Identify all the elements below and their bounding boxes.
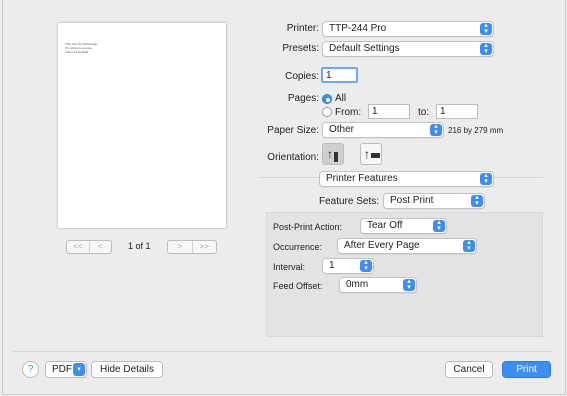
presets-label: Presets: xyxy=(282,43,319,54)
printer-popup[interactable]: TTP-244 Pro ▴ ▾ xyxy=(322,21,494,37)
interval-label: Interval: xyxy=(273,262,306,272)
feed-offset-label: Feed Offset: xyxy=(273,281,323,291)
printer-value: TTP-244 Pro xyxy=(329,23,387,34)
chevron-up-down-icon: ▴ ▾ xyxy=(360,259,372,272)
pdf-label: PDF xyxy=(52,364,72,375)
printer-label: Printer: xyxy=(286,23,319,34)
footer-divider xyxy=(13,351,553,352)
pages-all-radio[interactable] xyxy=(322,94,332,104)
pdf-menu-button[interactable]: PDF ▾ xyxy=(45,361,87,378)
preview-text: TSC Auto ID Technology Pro Version Licen… xyxy=(65,42,98,54)
print-button[interactable]: Print xyxy=(502,361,551,378)
paper-size-dimensions: 216 by 279 mm xyxy=(448,126,504,135)
chevron-up-down-icon: ▴ ▾ xyxy=(471,194,483,207)
feature-sets-label: Feature Sets: xyxy=(318,196,379,207)
page-indicator: 1 of 1 xyxy=(128,241,151,251)
copies-label: Copies: xyxy=(285,71,319,82)
paper-size-value: Other xyxy=(329,124,355,135)
hide-details-button[interactable]: Hide Details xyxy=(91,361,163,378)
chevron-up-down-icon: ▴ ▾ xyxy=(463,239,475,252)
presets-value: Default Settings xyxy=(329,43,400,54)
pages-label: Pages: xyxy=(287,93,319,104)
interval-popup[interactable]: 1 ▴ ▾ xyxy=(322,258,374,274)
paper-size-popup[interactable]: Other ▴ ▾ xyxy=(322,122,444,138)
help-button[interactable]: ? xyxy=(22,361,39,378)
chevron-down-icon: ▾ xyxy=(73,363,85,376)
landscape-figure-icon xyxy=(371,153,380,158)
pages-from-label: From: xyxy=(335,107,362,118)
portrait-orientation-button[interactable]: ↑ xyxy=(322,143,344,165)
post-print-action-popup[interactable]: Tear Off ▴ ▾ xyxy=(360,218,447,234)
pages-to-label: to: xyxy=(418,107,430,118)
last-page-button[interactable]: >> xyxy=(193,241,217,253)
first-page-button[interactable]: << xyxy=(67,241,90,253)
landscape-orientation-button[interactable]: ↑ xyxy=(360,143,382,165)
chevron-up-down-icon: ▴ ▾ xyxy=(480,42,492,55)
print-dialog: TSC Auto ID Technology Pro Version Licen… xyxy=(2,0,566,395)
next-page-button[interactable]: > xyxy=(168,241,193,253)
chevron-up-down-icon: ▴ ▾ xyxy=(480,22,492,35)
page-preview: TSC Auto ID Technology Pro Version Licen… xyxy=(58,23,226,228)
page-back-controls: << < xyxy=(66,240,112,254)
interval-value: 1 xyxy=(329,260,335,271)
portrait-figure-icon xyxy=(334,152,338,162)
chevron-up-down-icon: ▴ ▾ xyxy=(480,172,492,185)
landscape-orientation-icon: ↑ xyxy=(364,147,370,161)
feed-offset-popup[interactable]: 0mm ▴ ▾ xyxy=(339,277,417,293)
presets-popup[interactable]: Default Settings ▴ ▾ xyxy=(322,41,494,57)
occurrence-value: After Every Page xyxy=(344,240,420,251)
pages-all-label: All xyxy=(335,93,347,104)
cancel-button[interactable]: Cancel xyxy=(445,361,493,378)
feed-offset-value: 0mm xyxy=(346,279,369,290)
pages-to-field[interactable]: 1 xyxy=(436,104,478,119)
orientation-label: Orientation: xyxy=(267,152,319,163)
portrait-orientation-icon: ↑ xyxy=(327,147,333,161)
copies-field[interactable]: 1 xyxy=(321,67,358,83)
post-print-action-label: Post-Print Action: xyxy=(273,222,343,232)
occurrence-popup[interactable]: After Every Page ▴ ▾ xyxy=(337,238,477,254)
post-print-action-value: Tear Off xyxy=(367,220,403,231)
section-popup[interactable]: Printer Features ▴ ▾ xyxy=(319,171,494,187)
feature-sets-popup[interactable]: Post Print ▴ ▾ xyxy=(383,193,485,209)
previous-page-button[interactable]: < xyxy=(90,241,112,253)
pages-range-radio[interactable] xyxy=(322,107,332,117)
chevron-up-down-icon: ▴ ▾ xyxy=(403,278,415,291)
paper-size-label: Paper Size: xyxy=(267,125,319,136)
pages-from-field[interactable]: 1 xyxy=(368,104,410,119)
chevron-up-down-icon: ▴ ▾ xyxy=(430,123,442,136)
page-forward-controls: > >> xyxy=(167,240,217,254)
occurrence-label: Occurrence: xyxy=(273,242,323,252)
chevron-up-down-icon: ▴ ▾ xyxy=(433,219,445,232)
preview-line: Add a 32-bit-EXE xyxy=(65,50,89,54)
feature-sets-value: Post Print xyxy=(390,195,434,206)
section-popup-value: Printer Features xyxy=(326,173,398,184)
